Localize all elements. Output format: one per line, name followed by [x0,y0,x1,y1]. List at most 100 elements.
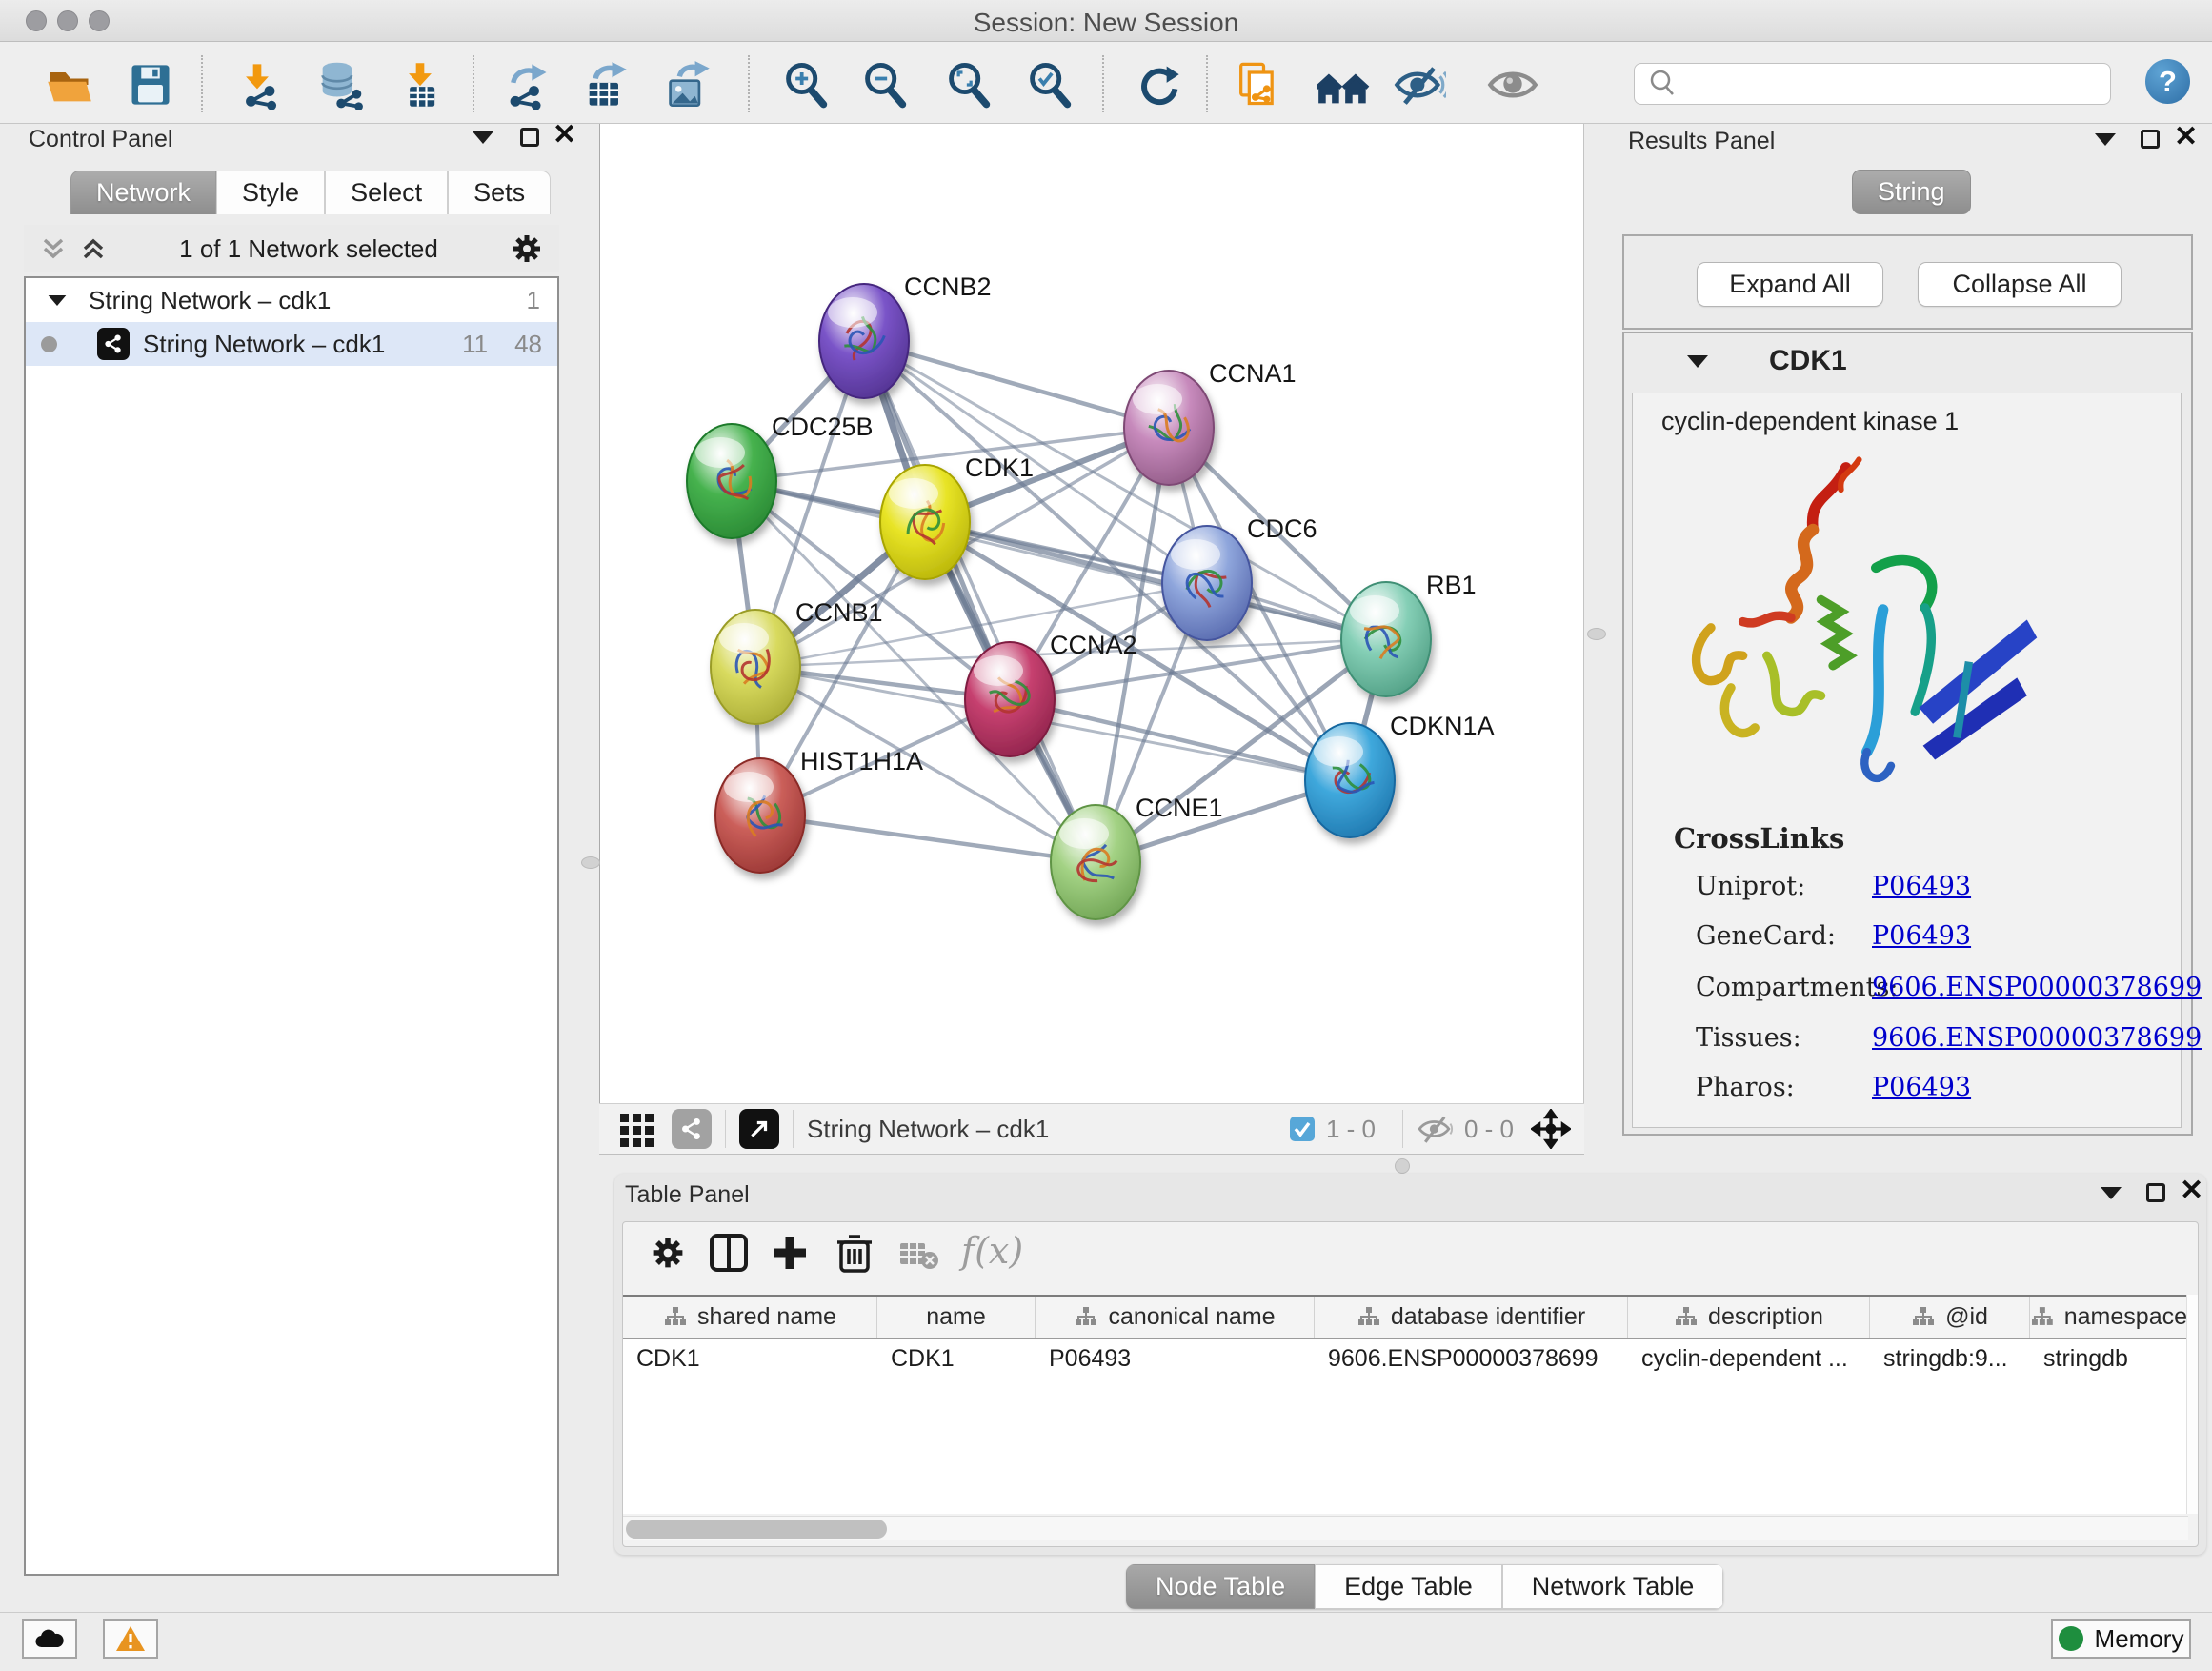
table-vertical-scrollbar[interactable] [2186,1295,2198,1514]
crosslink-tissues-link[interactable]: 9606.ENSP00000378699 [1872,1023,2202,1053]
panel-close-icon[interactable]: ✕ [2174,128,2198,147]
table-panel-body: f(x) shared namenamecanonical namedataba… [622,1221,2199,1547]
zoom-fit-content-button[interactable] [942,58,995,111]
export-network-button[interactable] [501,58,554,111]
network-row-selected[interactable]: String Network – cdk1 11 48 [26,322,557,366]
crosslink-compartments-link[interactable]: 9606.ENSP00000378699 [1872,973,2202,1002]
expand-all-button[interactable]: Expand All [1697,262,1883,307]
tab-network-table[interactable]: Network Table [1502,1564,1724,1609]
tab-edge-table[interactable]: Edge Table [1315,1564,1502,1609]
column-header-canonical-name[interactable]: canonical name [1036,1297,1315,1338]
node-CCNB1[interactable]: CCNB1 [711,598,883,724]
open-session-button[interactable] [43,58,96,111]
collapse-all-button[interactable]: Collapse All [1918,262,2122,307]
horizontal-splitter-handle[interactable] [1395,1158,1410,1174]
panel-float-icon[interactable] [2146,1183,2165,1202]
export-table-button[interactable] [579,58,633,111]
show-columns-icon[interactable] [707,1231,751,1275]
export-image-button[interactable] [661,58,714,111]
zoom-selected-button[interactable] [1023,58,1076,111]
node-RB1[interactable]: RB1 [1341,571,1477,696]
table-row[interactable]: CDK1CDK1P064939606.ENSP00000378699cyclin… [623,1339,2188,1379]
refresh-layout-button[interactable] [1132,58,1185,111]
tab-network[interactable]: Network [70,171,216,214]
hide-selected-button[interactable] [1393,58,1446,111]
node-CCNA2[interactable]: CCNA2 [965,631,1137,756]
delete-column-trash-icon[interactable] [835,1231,875,1275]
crosslink-uniprot-link[interactable]: P06493 [1872,872,1971,901]
open-in-browser-icon[interactable] [739,1109,779,1149]
first-neighbors-button[interactable] [1317,58,1370,111]
table-horizontal-scrollbar[interactable] [623,1516,2188,1540]
zoom-in-button[interactable] [779,58,833,111]
network-options-gear-icon[interactable] [508,230,546,268]
panel-float-icon[interactable] [520,128,539,147]
pan-move-icon[interactable] [1531,1109,1571,1149]
protein-structure-image [1671,449,2071,811]
edge-CCNB2-CCNE1[interactable] [864,341,1096,862]
table-cell[interactable]: CDK1 [877,1339,1036,1379]
memory-button[interactable]: Memory [2051,1619,2191,1659]
column-header-description[interactable]: description [1628,1297,1870,1338]
table-options-gear-icon[interactable] [647,1232,689,1274]
node-HIST1H1A[interactable]: HIST1H1A [715,747,923,873]
tab-node-table[interactable]: Node Table [1126,1564,1315,1609]
cloud-status-button[interactable] [22,1619,77,1659]
scrollbar-thumb[interactable] [626,1520,887,1539]
string-style-icon[interactable] [672,1109,712,1149]
help-button[interactable]: ? [2145,59,2190,104]
crosslink-genecard-link[interactable]: P06493 [1872,921,1971,951]
show-all-button[interactable] [1486,58,1539,111]
network-collection-row[interactable]: String Network – cdk1 1 [26,278,557,322]
column-header--id[interactable]: @id [1870,1297,2030,1338]
left-splitter-handle[interactable] [581,856,600,869]
table-cell[interactable]: stringdb [2030,1339,2188,1379]
tab-select[interactable]: Select [325,171,448,214]
table-cell[interactable]: stringdb:9... [1870,1339,2030,1379]
node-section-header[interactable]: CDK1 [1624,333,2191,389]
save-session-button[interactable] [124,58,177,111]
node-CCNE1[interactable]: CCNE1 [1051,794,1223,919]
network-canvas[interactable]: CCNB2CCNA1CDC25BCDK1CDC6RB1CCNB1CCNA2CDK… [599,124,1584,1103]
clone-network-button[interactable] [1231,58,1284,111]
right-splitter-handle[interactable] [1587,628,1606,640]
selected-checkbox-icon[interactable] [1288,1115,1317,1143]
panel-float-icon[interactable] [2141,130,2160,149]
panel-menu-icon[interactable] [473,131,493,144]
import-network-database-button[interactable] [312,58,366,111]
node-CDC6[interactable]: CDC6 [1162,514,1317,640]
tree-expander-icon[interactable] [49,294,67,305]
column-header-shared-name[interactable]: shared name [623,1297,877,1338]
column-header-namespace[interactable]: namespace [2030,1297,2188,1338]
search-input[interactable] [1682,66,2110,102]
column-header-database-identifier[interactable]: database identifier [1315,1297,1628,1338]
node-CDKN1A[interactable]: CDKN1A [1305,712,1495,837]
table-cell[interactable]: cyclin-dependent ... [1628,1339,1870,1379]
expand-all-icon[interactable] [77,232,110,265]
tab-string[interactable]: String [1852,170,1971,214]
edge-CCNE1-HIST1H1A[interactable] [760,815,1096,862]
panel-close-icon[interactable]: ✕ [2180,1181,2203,1200]
node-CDK1[interactable]: CDK1 [880,453,1034,579]
warnings-button[interactable] [103,1619,158,1659]
hidden-nodes-edges-count: 0 - 0 [1464,1115,1514,1144]
import-network-file-button[interactable] [231,58,284,111]
tab-sets[interactable]: Sets [448,171,551,214]
table-cell[interactable]: P06493 [1036,1339,1315,1379]
collapse-all-icon[interactable] [37,232,70,265]
import-table-file-button[interactable] [393,58,447,111]
birds-eye-grid-icon[interactable] [616,1108,658,1150]
zoom-out-button[interactable] [858,58,912,111]
column-header-name[interactable]: name [877,1297,1036,1338]
tab-style[interactable]: Style [216,171,325,214]
collection-count: 1 [527,286,540,315]
section-expander-icon[interactable] [1687,355,1708,368]
table-cell[interactable]: CDK1 [623,1339,877,1379]
zoom-out-icon [860,60,910,110]
panel-close-icon[interactable]: ✕ [553,126,576,145]
crosslink-pharos-link[interactable]: P06493 [1872,1073,1971,1102]
panel-menu-icon[interactable] [2095,133,2116,146]
table-cell[interactable]: 9606.ENSP00000378699 [1315,1339,1628,1379]
panel-menu-icon[interactable] [2101,1187,2122,1199]
create-column-plus-icon[interactable] [768,1231,812,1275]
